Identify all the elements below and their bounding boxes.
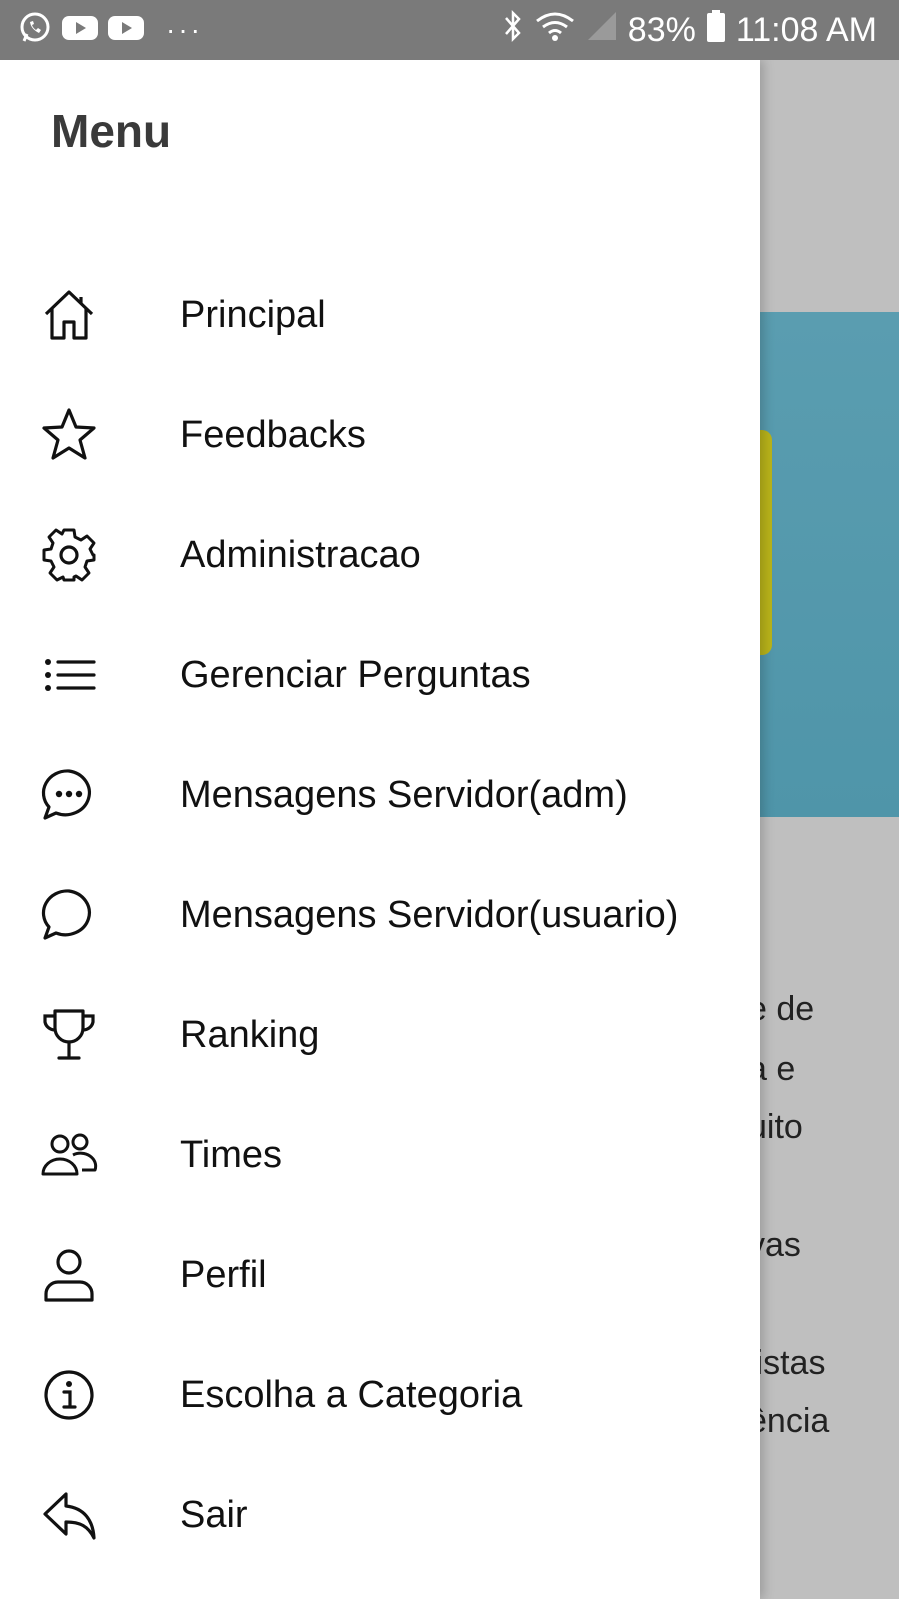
menu-item-mensagens-adm[interactable]: Mensagens Servidor(adm)	[0, 735, 760, 855]
menu-item-label: Administracao	[180, 533, 421, 576]
drawer-title: Menu	[51, 105, 172, 157]
navigation-drawer: Menu Principal Feedbacks Administracao G…	[0, 60, 760, 1599]
list-icon	[40, 646, 98, 704]
menu-item-label: Escolha a Categoria	[180, 1373, 523, 1416]
trophy-icon	[40, 1006, 98, 1064]
youtube-icon	[108, 14, 144, 47]
menu-item-perfil[interactable]: Perfil	[0, 1215, 760, 1335]
menu-item-administracao[interactable]: Administracao	[0, 495, 760, 615]
signal-icon	[586, 10, 618, 51]
menu-item-label: Principal	[180, 293, 326, 336]
system-icons: 83% 11:08 AM	[502, 8, 877, 52]
menu-item-label: Perfil	[180, 1253, 267, 1296]
bluetooth-icon	[502, 9, 524, 52]
menu-item-label: Gerenciar Perguntas	[180, 653, 531, 696]
menu-item-label: Mensagens Servidor(adm)	[180, 773, 628, 816]
menu-item-sair[interactable]: Sair	[0, 1455, 760, 1575]
background-text: ência	[748, 1402, 830, 1440]
more-notifications: ···	[166, 14, 203, 45]
wifi-icon	[534, 9, 576, 52]
menu-item-principal[interactable]: Principal	[0, 255, 760, 375]
battery-icon	[706, 9, 726, 52]
menu-item-label: Mensagens Servidor(usuario)	[180, 893, 679, 936]
menu-item-mensagens-usuario[interactable]: Mensagens Servidor(usuario)	[0, 855, 760, 975]
youtube-icon	[62, 14, 98, 47]
notification-icons: ···	[18, 12, 203, 48]
reply-icon	[40, 1486, 98, 1544]
people-icon	[40, 1126, 98, 1184]
chat-dots-icon	[40, 766, 98, 824]
menu-item-label: Ranking	[180, 1013, 320, 1056]
status-bar: ··· 83% 11:08 AM	[0, 0, 899, 60]
menu-item-ranking[interactable]: Ranking	[0, 975, 760, 1095]
gear-icon	[40, 526, 98, 584]
menu-item-label: Times	[180, 1133, 283, 1176]
chat-bubble-icon	[40, 886, 98, 944]
menu-item-label: Feedbacks	[180, 413, 366, 456]
menu-item-gerenciar-perguntas[interactable]: Gerenciar Perguntas	[0, 615, 760, 735]
info-icon	[40, 1366, 98, 1424]
home-icon	[40, 286, 98, 344]
menu-item-label: Sair	[180, 1493, 248, 1536]
menu-item-times[interactable]: Times	[0, 1095, 760, 1215]
whatsapp-icon	[18, 11, 52, 50]
star-icon	[40, 406, 98, 464]
menu-list: Principal Feedbacks Administracao Gerenc…	[0, 255, 760, 1575]
clock: 11:08 AM	[735, 10, 877, 49]
menu-item-feedbacks[interactable]: Feedbacks	[0, 375, 760, 495]
person-icon	[40, 1246, 98, 1304]
battery-percent: 83%	[627, 10, 696, 49]
menu-item-escolha-categoria[interactable]: Escolha a Categoria	[0, 1335, 760, 1455]
